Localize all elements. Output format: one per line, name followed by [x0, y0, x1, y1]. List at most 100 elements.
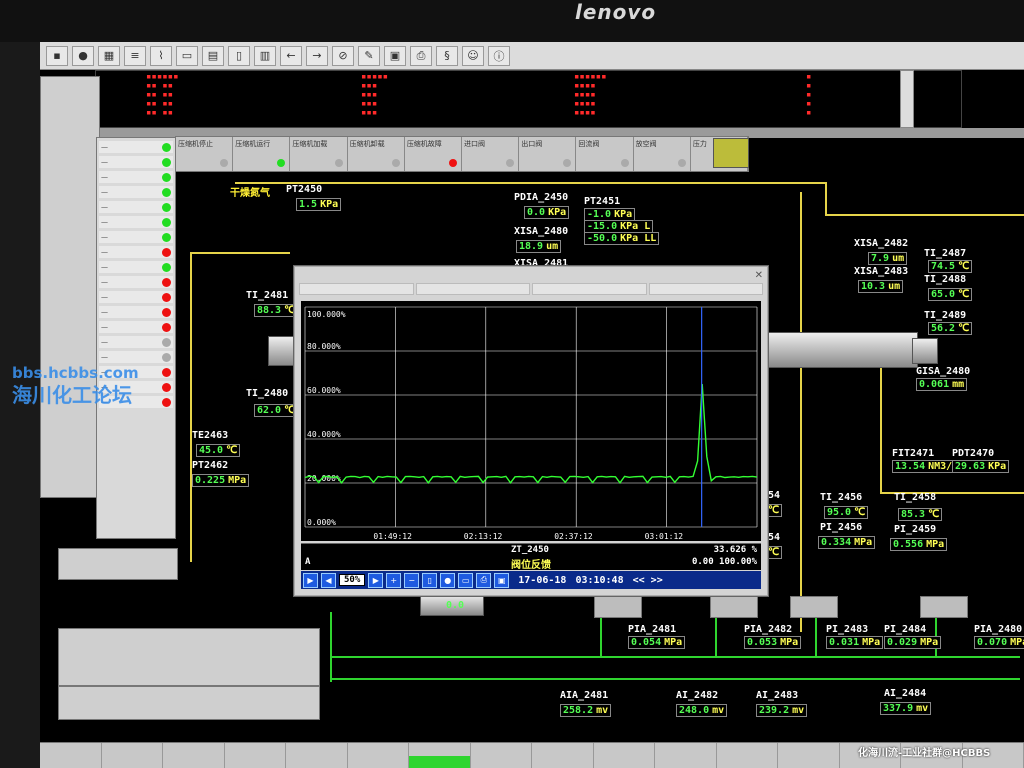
- list-icon[interactable]: ≡: [124, 45, 146, 66]
- close-icon[interactable]: ✕: [755, 270, 763, 281]
- alarm-icon[interactable]: ⊘: [332, 45, 354, 66]
- pia2481-value[interactable]: 0.054 MPa: [628, 636, 686, 649]
- zoom-level[interactable]: 50%: [339, 574, 366, 586]
- pi2484-value[interactable]: 0.029 MPa: [884, 636, 942, 649]
- alarm-scrollbar[interactable]: [900, 70, 914, 128]
- info-icon[interactable]: ⓘ: [488, 45, 510, 66]
- nav-button-active[interactable]: [409, 756, 471, 768]
- ti2489-value[interactable]: 56.2 ℃: [928, 322, 973, 335]
- trend-nav[interactable]: << >>: [633, 575, 663, 586]
- pdia2450-value[interactable]: 0.0 KPa: [524, 206, 570, 219]
- page-icon[interactable]: ▯: [422, 572, 438, 588]
- panel-icon[interactable]: ▤: [202, 45, 224, 66]
- ti2480-value[interactable]: 62.0 ℃: [254, 404, 299, 417]
- trend-icon[interactable]: ⌇: [150, 45, 172, 66]
- nav-button[interactable]: [778, 756, 840, 768]
- trend-window[interactable]: ✕ 100.000% 80.000% 60.000% 40.000% 20.000% 0.…: [294, 266, 768, 596]
- trend-chart[interactable]: 100.000% 80.000% 60.000% 40.000% 20.000% 0.00…: [301, 301, 761, 541]
- trend-tab[interactable]: [648, 283, 763, 295]
- pia2480-value[interactable]: 0.070MPa: [974, 636, 1024, 649]
- ti2488-value[interactable]: 65.0 ℃: [928, 288, 973, 301]
- pia2482-value[interactable]: 0.053 MPa: [744, 636, 802, 649]
- nav-button[interactable]: [778, 743, 840, 756]
- nav-button[interactable]: [102, 743, 163, 756]
- tab-cell[interactable]: 放空阀: [634, 137, 691, 171]
- gisa2480-value[interactable]: 0.061 mm: [916, 378, 968, 391]
- image-icon[interactable]: ▣: [384, 45, 406, 66]
- back-arrow-icon[interactable]: ←: [280, 45, 302, 66]
- zoom-out-icon[interactable]: −: [404, 572, 420, 588]
- forward-icon[interactable]: ▶: [368, 572, 384, 588]
- window-icon[interactable]: ▭: [176, 45, 198, 66]
- menu-icon[interactable]: ▪: [46, 45, 68, 66]
- tab-cell[interactable]: 进口阀: [462, 137, 520, 171]
- ti2481-value[interactable]: 88.3 ℃: [254, 304, 299, 317]
- window-icon[interactable]: ▭: [458, 572, 474, 588]
- circle-icon[interactable]: ●: [440, 572, 456, 588]
- trend-plot[interactable]: 100.000% 80.000% 60.000% 40.000% 20.000% 0.00…: [301, 301, 761, 541]
- nav-button[interactable]: [163, 756, 225, 768]
- nav-button[interactable]: [286, 743, 348, 756]
- nav-button[interactable]: [532, 743, 594, 756]
- pdt2470-value[interactable]: 29.63 KPa: [952, 460, 1010, 473]
- nav-button[interactable]: [40, 743, 102, 756]
- nav-button[interactable]: [348, 756, 409, 768]
- pi2456-value[interactable]: 0.334 MPa: [818, 536, 876, 549]
- trend-tab[interactable]: [415, 283, 530, 295]
- settings-icon[interactable]: §: [436, 45, 458, 66]
- nav-button[interactable]: [225, 743, 286, 756]
- nav-button[interactable]: [471, 756, 532, 768]
- ti2456-value[interactable]: 95.0 ℃: [824, 506, 869, 519]
- trend-tab[interactable]: [532, 283, 647, 295]
- nav-button[interactable]: [594, 756, 655, 768]
- print-icon[interactable]: ⎙: [410, 45, 432, 66]
- nav-button[interactable]: [594, 743, 655, 756]
- nav-button[interactable]: [717, 756, 778, 768]
- tab-cell[interactable]: 回流阀: [576, 137, 634, 171]
- tab-cell[interactable]: 出口阀: [519, 137, 577, 171]
- ai2482-value[interactable]: 248.0 mv: [676, 704, 728, 717]
- print-icon[interactable]: ⎙: [476, 572, 492, 588]
- aia2481-value[interactable]: 258.2 mv: [560, 704, 612, 717]
- nav-button[interactable]: [286, 756, 348, 768]
- pt2450-value[interactable]: 1.5 KPa: [296, 198, 342, 211]
- fit2471-value[interactable]: 13.54 NM3/h: [892, 460, 962, 473]
- zoom-in-icon[interactable]: +: [386, 572, 402, 588]
- nav-button[interactable]: [163, 743, 225, 756]
- nav-button[interactable]: [225, 756, 286, 768]
- te2463-value[interactable]: 45.0 ℃: [196, 444, 241, 457]
- tab-cell[interactable]: 压缩机停止: [176, 137, 234, 171]
- grid-icon[interactable]: ▦: [98, 45, 120, 66]
- nav-button[interactable]: [717, 743, 778, 756]
- circle-icon[interactable]: ●: [72, 45, 94, 66]
- play-icon[interactable]: ▶: [303, 572, 318, 588]
- pi2459-value[interactable]: 0.556 MPa: [890, 538, 948, 551]
- trend-tab[interactable]: [299, 283, 414, 295]
- user-icon[interactable]: ☺: [462, 45, 484, 66]
- ai2484-value[interactable]: 337.9 mv: [880, 702, 932, 715]
- ti2487-value[interactable]: 74.5 ℃: [928, 260, 973, 273]
- save-icon[interactable]: ▣: [494, 572, 510, 588]
- pt2462-value[interactable]: 0.225 MPa: [192, 474, 250, 487]
- nav-button[interactable]: [40, 756, 102, 768]
- trend-titlebar[interactable]: ✕: [295, 267, 767, 283]
- nav-button[interactable]: [655, 743, 717, 756]
- xisa2482-value[interactable]: 7.9 um: [868, 252, 908, 265]
- nav-button[interactable]: [532, 756, 594, 768]
- ti2458-value[interactable]: 85.3 ℃: [898, 508, 943, 521]
- nav-button[interactable]: [471, 743, 532, 756]
- ai2483-value[interactable]: 239.2 mv: [756, 704, 808, 717]
- nav-button[interactable]: [655, 756, 717, 768]
- nav-button[interactable]: [409, 743, 471, 756]
- tab-cell[interactable]: 压缩机故障: [405, 137, 463, 171]
- nav-button[interactable]: [348, 743, 409, 756]
- pi2483-value[interactable]: 0.031 MPa: [826, 636, 884, 649]
- back-icon[interactable]: ◀: [321, 572, 336, 588]
- table-icon[interactable]: ▥: [254, 45, 276, 66]
- xisa2483-value[interactable]: 10.3 um: [858, 280, 904, 293]
- tab-cell[interactable]: 压缩机加载: [290, 137, 348, 171]
- forward-arrow-icon[interactable]: →: [306, 45, 328, 66]
- tab-cell[interactable]: 压缩机卸载: [348, 137, 405, 171]
- xisa2480-value[interactable]: 18.9 um: [516, 240, 562, 253]
- tab-cell[interactable]: 压缩机运行: [233, 137, 291, 171]
